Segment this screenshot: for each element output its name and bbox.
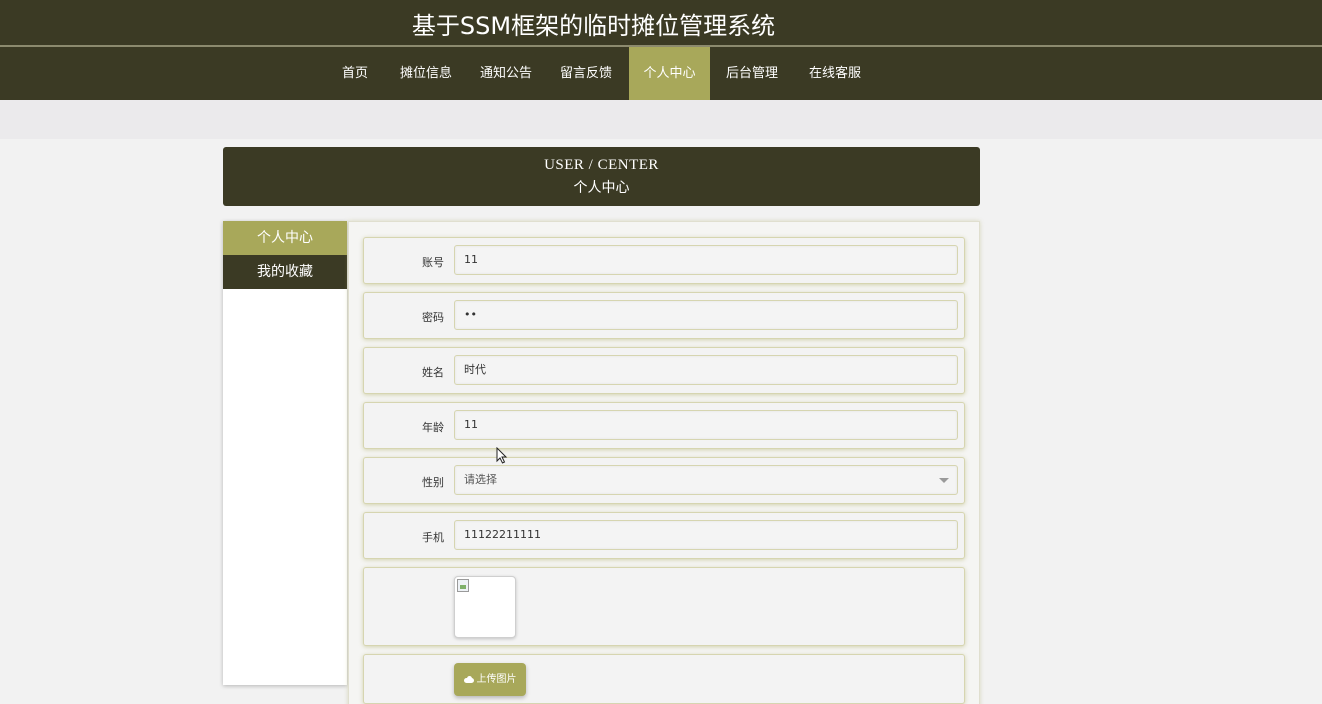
form-row-account: 账号 11 [363,237,965,284]
password-label: 密码 [422,311,444,324]
main-nav: 首页 摊位信息 通知公告 留言反馈 个人中心 后台管理 在线客服 [0,47,1322,100]
phone-label: 手机 [422,531,444,544]
upload-button-label: 上传图片 [476,674,517,685]
form-row-age: 年龄 11 [363,402,965,449]
user-sidebar: 个人中心 我的收藏 [223,221,347,685]
site-header: 基于SSM框架的临时摊位管理系统 首页 摊位信息 通知公告 留言反馈 个人中心 … [0,0,1322,100]
password-input[interactable]: •• [454,300,958,330]
profile-form: 账号 11 密码 •• 姓名 时代 年龄 11 性别 请选择 手机 111222… [348,221,980,704]
broken-image-icon [457,579,469,592]
name-label: 姓名 [422,366,444,379]
gender-select[interactable]: 请选择 [454,465,958,495]
nav-user-center[interactable]: 个人中心 [629,47,710,100]
avatar-preview [454,576,516,638]
age-input[interactable]: 11 [454,410,958,440]
gender-label: 性别 [422,476,444,489]
nav-online-service[interactable]: 在线客服 [800,47,870,100]
form-row-gender: 性别 请选择 [363,457,965,504]
section-title-zh: 个人中心 [573,180,630,196]
gender-select-value: 请选择 [464,473,497,486]
cloud-upload-icon [463,676,474,683]
sidebar-item-favorites[interactable]: 我的收藏 [223,255,347,289]
site-title: 基于SSM框架的临时摊位管理系统 [411,12,776,40]
account-input[interactable]: 11 [454,245,958,275]
header-band [0,100,1322,139]
form-row-password: 密码 •• [363,292,965,339]
age-label: 年龄 [422,421,444,434]
form-row-avatar [363,567,965,646]
upload-image-button[interactable]: 上传图片 [454,663,526,696]
nav-admin[interactable]: 后台管理 [717,47,787,100]
nav-notices[interactable]: 通知公告 [471,47,541,100]
sidebar-item-user-center[interactable]: 个人中心 [223,221,347,255]
nav-home[interactable]: 首页 [330,47,380,100]
phone-input[interactable]: 11122211111 [454,520,958,550]
form-row-upload: 上传图片 [363,654,965,704]
account-label: 账号 [422,256,444,269]
name-input[interactable]: 时代 [454,355,958,385]
mouse-cursor-icon [496,447,508,464]
nav-feedback[interactable]: 留言反馈 [551,47,621,100]
form-row-name: 姓名 时代 [363,347,965,394]
nav-stall-info[interactable]: 摊位信息 [391,47,461,100]
chevron-down-icon [939,478,949,483]
section-title-en: USER / CENTER [544,157,659,173]
form-row-phone: 手机 11122211111 [363,512,965,559]
section-header: USER / CENTER 个人中心 [223,147,980,206]
